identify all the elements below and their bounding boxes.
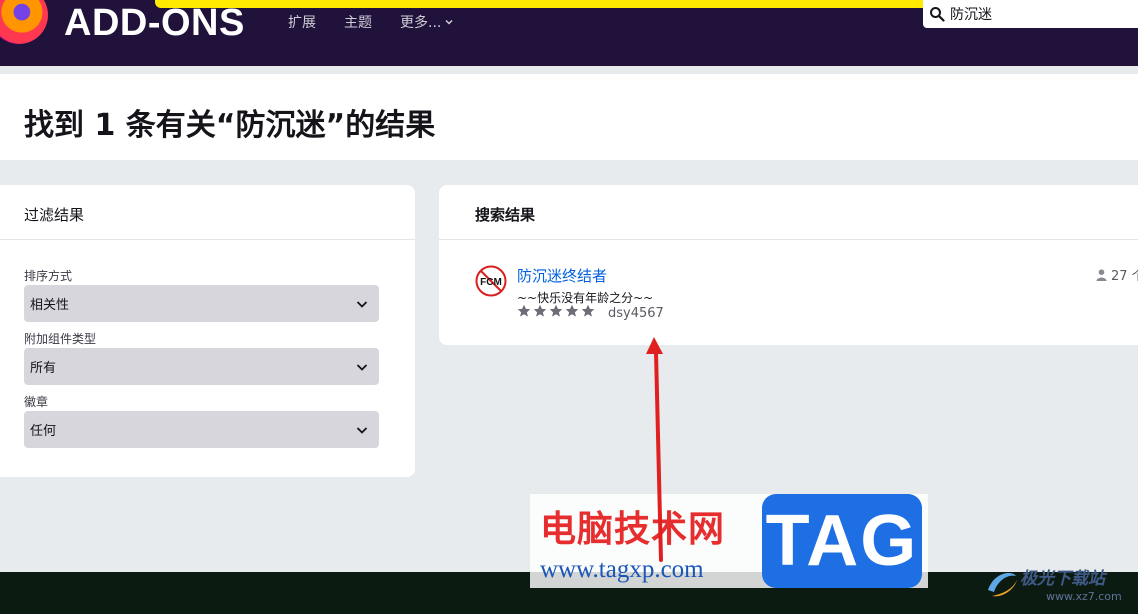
search-icon (930, 7, 945, 22)
type-select[interactable]: 所有 (24, 348, 379, 385)
sort-select-value: 相关性 (30, 298, 70, 313)
chevron-down-icon (356, 300, 368, 308)
addon-no-entry-icon[interactable]: FCM (475, 265, 507, 297)
star-icon (549, 304, 563, 317)
star-icon (533, 304, 547, 317)
user-icon (1096, 268, 1107, 281)
search-box[interactable] (923, 0, 1138, 28)
brand-title[interactable]: ADD-ONS (64, 2, 245, 45)
chevron-down-icon (356, 363, 368, 371)
search-input[interactable] (950, 6, 1120, 22)
star-icon (581, 304, 595, 317)
watermark-site-name: 电脑技术网 (540, 509, 726, 550)
filter-title: 过滤结果 (24, 206, 85, 224)
watermark-tag-logo: TAG (762, 494, 922, 588)
chevron-down-icon (445, 19, 453, 25)
watermark-swoosh-icon (988, 572, 1017, 597)
rating-stars (517, 304, 595, 318)
filter-card: 过滤结果 排序方式 相关性 附加组件类型 所有 徽章 任何 (0, 185, 415, 477)
firefox-logo-icon[interactable] (0, 0, 48, 44)
nav-extensions[interactable]: 扩展 (288, 12, 316, 32)
nav-more-label: 更多... (400, 15, 442, 31)
notice-bar (155, 0, 1043, 8)
addon-icon-text: FCM (480, 277, 502, 288)
chevron-down-icon (356, 426, 368, 434)
badge-label: 徽章 (24, 395, 49, 409)
results-card-header (439, 185, 1138, 240)
page-title: 找到 1 条有关“防沉迷”的结果 (24, 108, 436, 143)
watermark2-site-url: www.xz7.com (1046, 590, 1122, 603)
badge-select[interactable]: 任何 (24, 411, 379, 448)
results-title: 搜索结果 (475, 206, 536, 224)
badge-select-value: 任何 (30, 424, 57, 439)
watermark-site-url: www.tagxp.com (540, 556, 704, 583)
nav-themes[interactable]: 主题 (344, 12, 372, 32)
sort-select[interactable]: 相关性 (24, 285, 379, 322)
result-name-link[interactable]: 防沉迷终结者 (517, 265, 607, 286)
nav-more[interactable]: 更多... (400, 12, 454, 32)
type-label: 附加组件类型 (24, 332, 97, 346)
user-count: 27 个 (1096, 265, 1138, 284)
user-count-label: 27 个 (1111, 269, 1138, 284)
star-icon (565, 304, 579, 317)
star-icon (517, 304, 531, 317)
result-author: dsy4567 (608, 306, 664, 321)
type-select-value: 所有 (30, 361, 57, 376)
results-card: 搜索结果 FCM 防沉迷终结者 ~~快乐没有年龄之分~~ dsy4567 27 … (439, 185, 1138, 345)
watermark2-site-name: 极光下载站 (1020, 569, 1105, 589)
sort-label: 排序方式 (24, 269, 73, 283)
site-header: ADD-ONS 扩展 主题 更多... (0, 0, 1138, 66)
